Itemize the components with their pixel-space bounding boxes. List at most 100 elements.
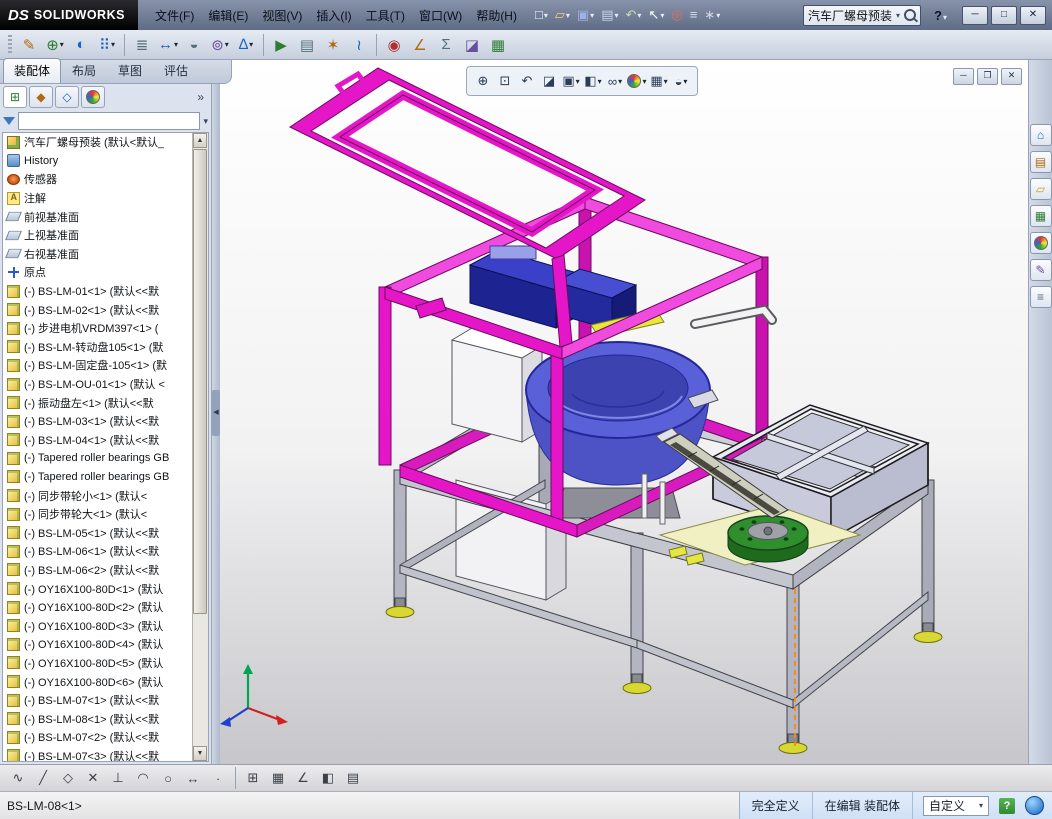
view-settings-button[interactable]: ◒: [671, 70, 691, 92]
interference-detection-button[interactable]: ◉: [381, 32, 407, 58]
rebuild-button[interactable]: ◎: [668, 5, 685, 25]
configurationmanager-tab[interactable]: ◇: [55, 86, 79, 108]
point-tool-button[interactable]: ∙: [206, 767, 230, 789]
design-table-button[interactable]: ▤: [341, 767, 365, 789]
tab-sketch[interactable]: 草图: [107, 58, 153, 83]
select-button[interactable]: ↖: [645, 5, 667, 25]
tree-item[interactable]: (-) OY16X100-80D<5> (默认: [3, 654, 193, 673]
zoom-to-area-button[interactable]: ⊡: [495, 70, 515, 92]
close-button[interactable]: ✕: [1020, 5, 1046, 25]
scroll-thumb[interactable]: [193, 149, 207, 614]
tree-item[interactable]: (-) BS-LM-02<1> (默认<<默: [3, 300, 193, 319]
toolbar-grip[interactable]: [8, 34, 12, 55]
tree-item[interactable]: (-) BS-LM-OU-01<1> (默认 <: [3, 375, 193, 394]
tab-layout[interactable]: 布局: [61, 58, 107, 83]
hide-show-items-button[interactable]: ∞: [605, 70, 625, 92]
tree-item[interactable]: (-) BS-LM-03<1> (默认<<默: [3, 412, 193, 431]
panel-splitter[interactable]: ◀: [212, 60, 220, 764]
menu-edit[interactable]: 编辑(E): [201, 3, 255, 28]
circle-tool-button[interactable]: ○: [156, 767, 180, 789]
edit-component-button[interactable]: ✎: [16, 32, 42, 58]
view-palette-button[interactable]: ▦: [1029, 205, 1052, 227]
filter-input[interactable]: [18, 112, 201, 130]
save-button[interactable]: ▣: [574, 5, 597, 25]
search-caret-icon[interactable]: ▾: [896, 11, 900, 20]
tree-item[interactable]: (-) OY16X100-80D<6> (默认: [3, 672, 193, 691]
insert-components-button[interactable]: ⊕: [42, 32, 68, 58]
filter-caret-icon[interactable]: ▾: [203, 116, 208, 127]
tree-scrollbar[interactable]: ▲ ▼: [192, 133, 208, 761]
zoom-to-fit-button[interactable]: ⊕: [473, 70, 493, 92]
trim-entities-button[interactable]: ✕: [81, 767, 105, 789]
leveling-feet[interactable]: [385, 597, 943, 754]
print-button[interactable]: ▤: [598, 5, 621, 25]
file-explorer-button[interactable]: ▱: [1029, 178, 1052, 200]
apply-scene-button[interactable]: ▦: [649, 70, 669, 92]
custom-dropdown[interactable]: 自定义 ▾: [922, 795, 989, 816]
tree-item[interactable]: 原点: [3, 263, 193, 282]
large-assembly-mode-button[interactable]: ▦: [485, 32, 511, 58]
tree-item[interactable]: (-) Tapered roller bearings GB: [3, 449, 193, 468]
menu-insert[interactable]: 插入(I): [309, 3, 358, 28]
tree-item[interactable]: 注解: [3, 189, 193, 208]
edit-appearance-button[interactable]: [627, 70, 647, 92]
tree-item[interactable]: History: [3, 152, 193, 171]
snap-settings-button[interactable]: ▦: [266, 767, 290, 789]
tree-item[interactable]: (-) BS-LM-转动盘105<1> (默: [3, 338, 193, 357]
section-properties-button[interactable]: ◪: [459, 32, 485, 58]
menu-help[interactable]: 帮助(H): [469, 3, 524, 28]
reference-geometry-button[interactable]: ∆: [233, 32, 259, 58]
tree-item[interactable]: (-) BS-LM-06<1> (默认<<默: [3, 542, 193, 561]
tree-item[interactable]: (-) BS-LM-05<1> (默认<<默: [3, 523, 193, 542]
measure-button[interactable]: ∠: [407, 32, 433, 58]
mirror-entities-button[interactable]: ↔: [181, 767, 205, 789]
tree-item[interactable]: 汽车厂螺母预装 (默认<默认_: [3, 133, 193, 152]
tree-item[interactable]: 右视基准面: [3, 245, 193, 264]
appearances-tab[interactable]: [81, 86, 105, 108]
document-recovery-button[interactable]: ≡: [1029, 286, 1052, 308]
custom-properties-button[interactable]: ✎: [1029, 259, 1052, 281]
panel-overflow-chevron[interactable]: »: [193, 90, 208, 104]
scroll-up-button[interactable]: ▲: [193, 133, 207, 148]
file-properties-button[interactable]: ≡: [687, 5, 701, 25]
tree-item[interactable]: (-) BS-LM-固定盘-105<1> (默: [3, 356, 193, 375]
view-orientation-button[interactable]: ▣: [561, 70, 581, 92]
perpendicular-tool-button[interactable]: ⊥: [106, 767, 130, 789]
show-hidden-components-button[interactable]: ◒: [181, 32, 207, 58]
tree-item[interactable]: (-) OY16X100-80D<4> (默认: [3, 635, 193, 654]
panel-collapse-handle[interactable]: ◀: [212, 390, 220, 436]
tree-item[interactable]: (-) BS-LM-06<2> (默认<<默: [3, 561, 193, 580]
spline-tool-button[interactable]: ∿: [6, 767, 30, 789]
tree-item[interactable]: 传感器: [3, 170, 193, 189]
rotary-index-disc[interactable]: [727, 515, 809, 563]
tree-item[interactable]: (-) BS-LM-08<1> (默认<<默: [3, 709, 193, 728]
appearances-scenes-button[interactable]: [1029, 232, 1052, 254]
maximize-button[interactable]: □: [991, 5, 1017, 25]
tree-item[interactable]: (-) 步进电机VRDM397<1> (: [3, 319, 193, 338]
tab-evaluate[interactable]: 评估: [153, 58, 199, 83]
explode-line-sketch-button[interactable]: ≀: [346, 32, 372, 58]
tree-item[interactable]: (-) OY16X100-80D<1> (默认: [3, 579, 193, 598]
doc-minimize-button[interactable]: ─: [953, 68, 974, 85]
tree-item[interactable]: (-) BS-LM-01<1> (默认<<默: [3, 282, 193, 301]
arc-tool-button[interactable]: ◠: [131, 767, 155, 789]
featuremanager-tab[interactable]: ⊞: [3, 86, 27, 108]
search-box[interactable]: 汽车厂螺母预装 ▾: [803, 4, 922, 26]
tree-item[interactable]: (-) BS-LM-07<1> (默认<<默: [3, 691, 193, 710]
display-style-button[interactable]: ◧: [583, 70, 603, 92]
grid-settings-button[interactable]: ⊞: [241, 767, 265, 789]
exploded-view-button[interactable]: ✶: [320, 32, 346, 58]
filter-funnel-icon[interactable]: [3, 117, 15, 125]
linear-component-pattern-button[interactable]: ⠿: [94, 32, 120, 58]
menu-window[interactable]: 窗口(W): [412, 3, 469, 28]
bill-of-materials-button[interactable]: ▤: [294, 32, 320, 58]
assembly-features-button[interactable]: ⊚: [207, 32, 233, 58]
smart-fasteners-button[interactable]: ≣: [129, 32, 155, 58]
previous-view-button[interactable]: ↶: [517, 70, 537, 92]
tree-item[interactable]: (-) 同步带轮小<1> (默认<: [3, 486, 193, 505]
open-button[interactable]: ▱: [552, 5, 573, 25]
options-button[interactable]: ∗: [701, 5, 723, 25]
doc-close-button[interactable]: ✕: [1001, 68, 1022, 85]
tree-item[interactable]: (-) 同步带轮大<1> (默认<: [3, 505, 193, 524]
line-tool-button[interactable]: ╱: [31, 767, 55, 789]
